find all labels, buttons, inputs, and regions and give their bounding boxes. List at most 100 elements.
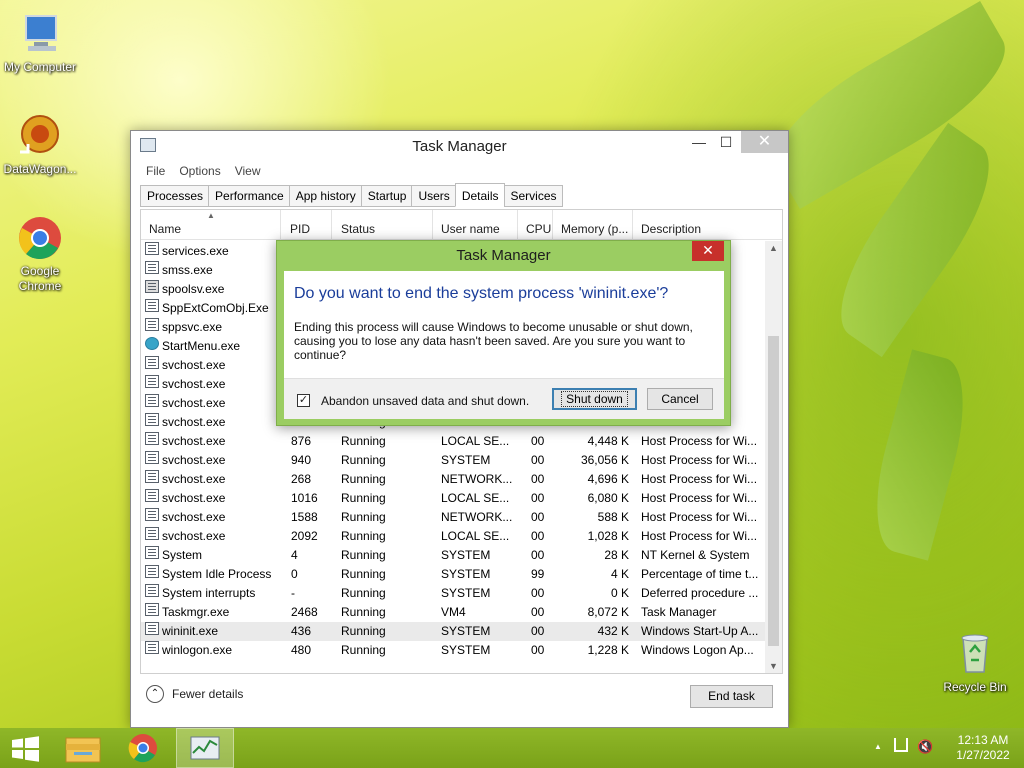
table-row[interactable]: svchost.exe 1588 Running NETWORK... 00 588 K H… — [141, 508, 766, 527]
process-description: Task Manager — [641, 605, 717, 619]
process-description: Deferred procedure ... — [641, 586, 759, 600]
abandon-data-label[interactable]: Abandon unsaved data and shut down. — [321, 394, 529, 408]
maximize-button[interactable]: ☐ — [711, 131, 741, 153]
table-row[interactable]: svchost.exe 940 Running SYSTEM 00 36,056 K Hos… — [141, 451, 766, 470]
dialog-close-button[interactable]: ✕ — [692, 241, 724, 261]
tab-users[interactable]: Users — [411, 185, 456, 207]
process-description: Host Process for Wi... — [641, 434, 758, 448]
table-row[interactable]: System 4 Running SYSTEM 00 28 K NT Kernel & Sy… — [141, 546, 766, 565]
tab-startup[interactable]: Startup — [360, 185, 413, 207]
column-header-cpu[interactable]: CPU — [518, 210, 553, 240]
close-button[interactable]: ✕ — [741, 131, 788, 153]
process-pid: 2092 — [291, 529, 318, 543]
column-header-row: Name ▲ PID Status User name CPU Memory (… — [141, 210, 782, 240]
process-memory: 36,056 K — [580, 453, 629, 467]
process-user: SYSTEM — [441, 624, 491, 638]
volume-muted-icon[interactable]: 🔇 — [917, 739, 933, 755]
scroll-up-icon[interactable]: ▲ — [765, 243, 782, 253]
clock[interactable]: 12:13 AM 1/27/2022 — [948, 733, 1018, 763]
tab-processes[interactable]: Processes — [140, 185, 210, 207]
cancel-button[interactable]: Cancel — [647, 388, 713, 410]
table-row[interactable]: svchost.exe 876 Running LOCAL SE... 00 4,448 … — [141, 432, 766, 451]
table-row[interactable]: svchost.exe 268 Running NETWORK... 00 4,696 K… — [141, 470, 766, 489]
process-status: Running — [341, 453, 386, 467]
process-user: SYSTEM — [441, 643, 491, 657]
abandon-data-checkbox[interactable]: ✓ — [297, 394, 310, 407]
window-titlebar[interactable]: Task Manager — ☐ ✕ — [131, 131, 788, 161]
menu-file[interactable]: File — [139, 161, 172, 181]
system-tray: ▲ 🔇 12:13 AM 1/27/2022 — [864, 728, 1024, 768]
menu-view[interactable]: View — [228, 161, 268, 181]
clock-time: 12:13 AM — [957, 733, 1009, 747]
desktop-icon-google-chrome[interactable]: Google Chrome — [0, 214, 80, 294]
process-status: Running — [341, 510, 386, 524]
table-row[interactable]: Taskmgr.exe 2468 Running VM4 00 8,072 K Task M… — [141, 603, 766, 622]
end-process-dialog: Task Manager ✕ Do you want to end the sy… — [276, 240, 731, 426]
process-description: Host Process for Wi... — [641, 453, 758, 467]
taskbar-google-chrome[interactable] — [114, 728, 172, 768]
process-name: System interrupts — [162, 586, 256, 600]
menu-options[interactable]: Options — [172, 161, 227, 181]
table-row[interactable]: svchost.exe 2092 Running LOCAL SE... 00 1,028… — [141, 527, 766, 546]
process-name: svchost.exe — [162, 453, 226, 467]
tab-services[interactable]: Services — [503, 185, 563, 207]
process-name: sppsvc.exe — [162, 320, 223, 334]
process-icon — [145, 584, 159, 597]
desktop-icon-recycle-bin[interactable]: Recycle Bin — [935, 630, 1015, 695]
process-description: Windows Start-Up A... — [641, 624, 759, 638]
column-header-name[interactable]: Name ▲ — [141, 210, 281, 240]
taskbar: ▲ 🔇 12:13 AM 1/27/2022 — [0, 728, 1024, 768]
process-cpu: 00 — [531, 643, 545, 657]
process-user: NETWORK... — [441, 510, 513, 524]
tab-details[interactable]: Details — [454, 183, 505, 207]
process-name: smss.exe — [162, 263, 213, 277]
process-user: LOCAL SE... — [441, 434, 510, 448]
process-status: Running — [341, 472, 386, 486]
table-row[interactable]: System interrupts - Running SYSTEM 00 0 K Defe… — [141, 584, 766, 603]
process-icon — [145, 565, 159, 578]
start-button[interactable] — [0, 728, 50, 768]
process-user: VM4 — [441, 605, 466, 619]
minimize-button[interactable]: — — [684, 131, 714, 153]
column-header-memory[interactable]: Memory (p... — [553, 210, 633, 240]
vertical-scrollbar[interactable]: ▲ ▼ — [765, 241, 782, 673]
show-hidden-icons-icon[interactable]: ▲ — [874, 742, 882, 751]
process-name: svchost.exe — [162, 396, 226, 410]
process-pid: 0 — [291, 567, 298, 581]
tab-performance[interactable]: Performance — [208, 185, 290, 207]
process-cpu: 99 — [531, 567, 545, 581]
table-row[interactable]: wininit.exe 436 Running SYSTEM 00 432 K Window… — [141, 622, 766, 641]
process-icon — [145, 527, 159, 540]
table-row[interactable]: System Idle Process 0 Running SYSTEM 99 4 K Pe… — [141, 565, 766, 584]
process-cpu: 00 — [531, 624, 545, 638]
table-row[interactable]: winlogon.exe 480 Running SYSTEM 00 1,228 K Win… — [141, 641, 766, 660]
taskbar-task-manager[interactable] — [176, 728, 234, 768]
dialog-body: Do you want to end the system process 'w… — [284, 271, 724, 378]
taskbar-file-explorer[interactable] — [54, 728, 112, 768]
process-name: wininit.exe — [162, 624, 219, 638]
desktop-icon-my-computer[interactable]: My Computer — [0, 10, 80, 75]
column-header-status[interactable]: Status — [333, 210, 433, 240]
desktop-icon-datawagon[interactable]: DataWagon... — [0, 112, 80, 177]
process-name: spoolsv.exe — [162, 282, 225, 296]
close-icon: ✕ — [702, 242, 714, 258]
process-pid: 876 — [291, 434, 312, 448]
column-header-pid[interactable]: PID — [282, 210, 332, 240]
shut-down-button[interactable]: Shut down — [552, 388, 637, 410]
table-row[interactable]: svchost.exe 1016 Running LOCAL SE... 00 6,080… — [141, 489, 766, 508]
column-header-description[interactable]: Description — [633, 210, 768, 240]
process-cpu: 00 — [531, 434, 545, 448]
process-name: SppExtComObj.Exe — [162, 301, 269, 315]
process-status: Running — [341, 605, 386, 619]
column-header-user-name[interactable]: User name — [433, 210, 518, 240]
process-status: Running — [341, 491, 386, 505]
process-pid: 4 — [291, 548, 298, 562]
network-icon[interactable] — [894, 738, 908, 752]
fewer-details-button[interactable]: ⌃ Fewer details — [146, 685, 243, 703]
end-task-button[interactable]: End task — [690, 685, 773, 708]
tab-app-history[interactable]: App history — [288, 185, 362, 207]
scrollbar-thumb[interactable] — [768, 336, 779, 646]
scroll-down-icon[interactable]: ▼ — [765, 661, 782, 671]
printer-icon — [145, 280, 159, 293]
process-cpu: 00 — [531, 529, 545, 543]
